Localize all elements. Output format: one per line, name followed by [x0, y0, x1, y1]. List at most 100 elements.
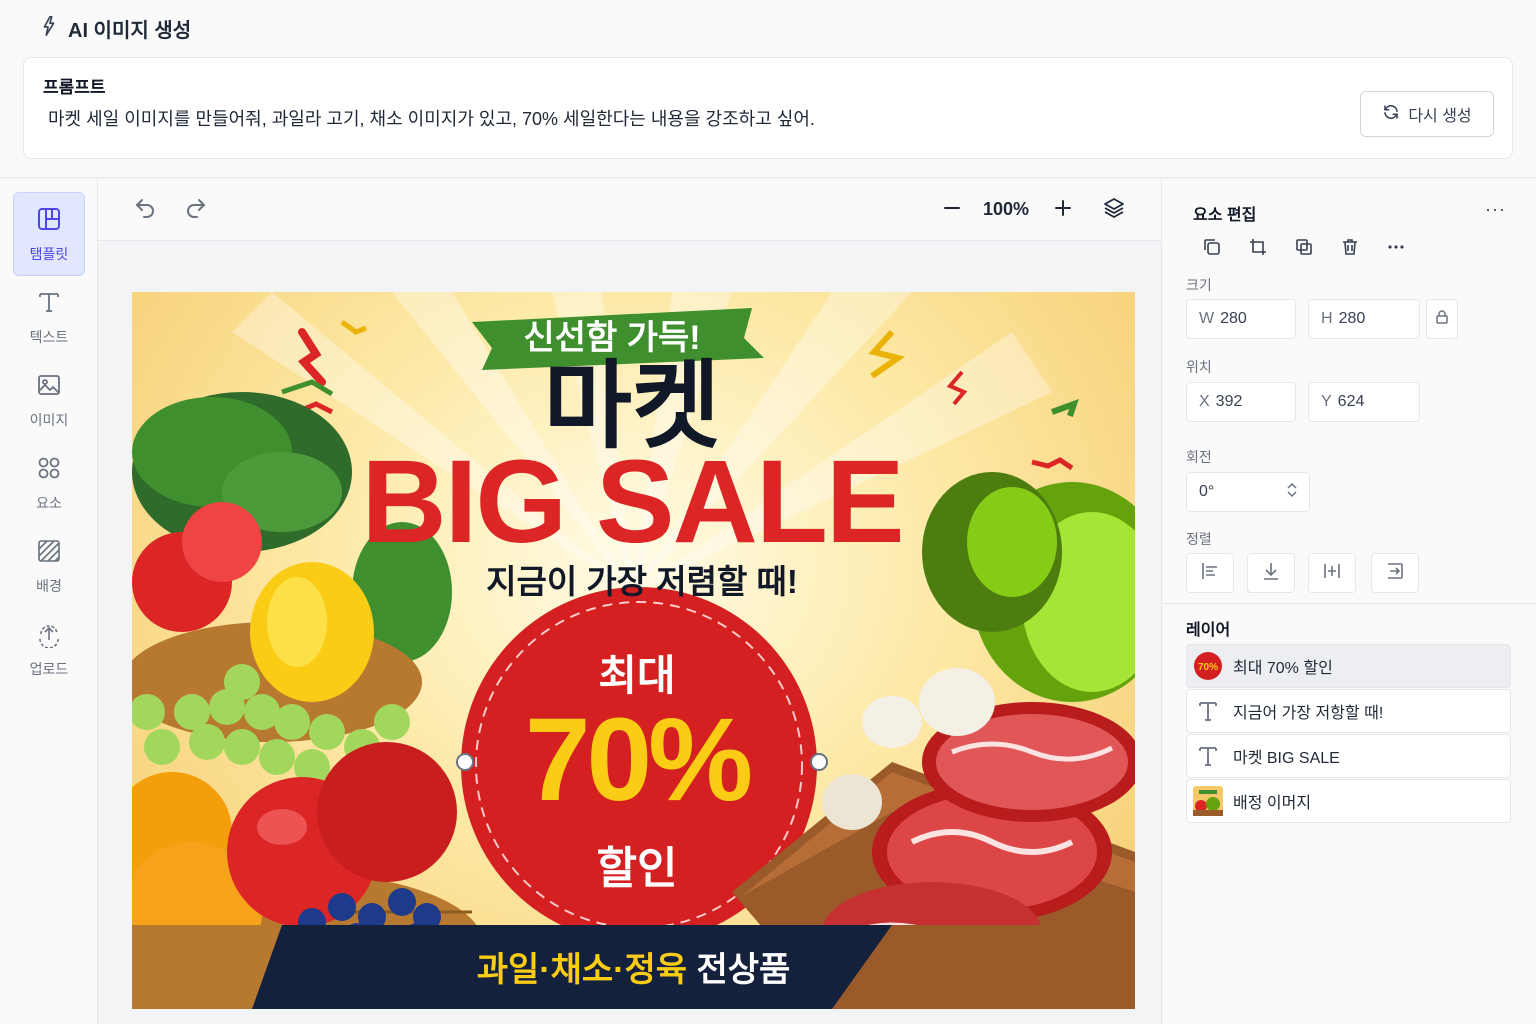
size-label: 크기 [1186, 277, 1212, 293]
more-options-icon[interactable] [1384, 235, 1408, 259]
rotation-field[interactable]: 0° [1186, 472, 1276, 512]
sidebar-item-upload[interactable]: 업로드 [13, 607, 85, 691]
x-prefix: X [1199, 393, 1210, 410]
canvas-footer-white: 전상품 [696, 951, 791, 989]
align-left-icon [1199, 560, 1221, 587]
text-layer-icon [1193, 696, 1223, 726]
y-field[interactable]: Y 624 [1308, 382, 1420, 422]
width-value: 280 [1220, 310, 1247, 327]
canvas-circle-percent[interactable]: 70% [462, 690, 812, 830]
app-title: AI 이미지 생성 [38, 14, 191, 43]
y-prefix: Y [1321, 393, 1332, 410]
sidebar-item-elements[interactable]: 요소 [13, 441, 85, 525]
zoom-out-button[interactable] [937, 195, 967, 225]
sidebar-item-text[interactable]: 텍스트 [13, 275, 85, 359]
sidebar-item-background[interactable]: 배경 [13, 524, 85, 608]
text-layer-icon [1193, 741, 1223, 771]
sidebar-item-label: 업로드 [29, 660, 69, 677]
app-title-text: AI 이미지 생성 [68, 20, 192, 42]
canvas-footer-yellow: 과일·채소·정육 [476, 951, 688, 989]
height-value: 280 [1338, 310, 1366, 327]
layers-icon [1102, 196, 1126, 225]
align-top-button[interactable] [1186, 553, 1234, 593]
text-icon [35, 288, 63, 319]
sidebar-item-label: 탬플릿 [29, 245, 69, 262]
duplicate-icon[interactable] [1292, 235, 1316, 259]
redo-button[interactable] [181, 195, 211, 225]
panel-more-button[interactable]: ··· [1485, 199, 1506, 220]
rotation-label: 회전 [1186, 449, 1212, 465]
copy-icon[interactable] [1200, 235, 1224, 259]
layer-item[interactable]: 70% 최대 70% 할인 [1186, 644, 1511, 688]
sidebar-item-label: 이미지 [29, 411, 69, 428]
aspect-lock-button[interactable] [1426, 299, 1458, 339]
canvas-subtitle[interactable]: 지금이 가장 저렴할 때! [402, 560, 882, 604]
canvas-circle-bottom[interactable]: 할인 [492, 832, 782, 896]
rotation-stepper[interactable] [1274, 472, 1310, 512]
width-prefix: W [1199, 310, 1215, 327]
regenerate-button[interactable]: 다시 생성 [1360, 91, 1494, 137]
background-icon [35, 537, 63, 568]
crop-icon[interactable] [1246, 235, 1270, 259]
trash-icon[interactable] [1338, 235, 1362, 259]
minus-icon [940, 196, 964, 225]
undo-button[interactable] [130, 195, 160, 225]
prompt-card: 프롬프트 마켓 세일 이미지를 만들어줘, 과일라 고기, 채소 이미지가 있고… [23, 57, 1513, 159]
upload-icon [35, 620, 63, 651]
canvas-footer-text[interactable]: 과일·채소·정육 전상품 [132, 947, 1135, 993]
layer-label: 지금어 가장 저항할 때! [1233, 705, 1384, 722]
sparkle-icon [38, 15, 60, 43]
refresh-icon [1382, 103, 1400, 126]
prompt-input[interactable]: 마켓 세일 이미지를 만들어줘, 과일라 고기, 채소 이미지가 있고, 70%… [48, 105, 815, 131]
artboard[interactable]: 신선함 가득! 마켓 BIG SALE 지금이 가장 저렴할 때! 최대 70%… [132, 292, 1135, 1009]
align-center-icon [1321, 560, 1343, 587]
sidebar-item-label: 요소 [36, 494, 62, 511]
lock-icon [1434, 309, 1450, 330]
layers-button[interactable] [1099, 195, 1129, 225]
align-center-button[interactable] [1308, 553, 1356, 593]
plus-icon [1051, 196, 1075, 225]
canvas-title-sale[interactable]: BIG SALE [322, 432, 942, 572]
canvas-area: 100% 신선함 가득! 마켓 BIG SALE 지금이 가장 저렴할 때! 최… [98, 179, 1161, 1024]
panel-title: 요소 편집 [1193, 207, 1257, 224]
x-field[interactable]: X 392 [1186, 382, 1296, 422]
distribute-button[interactable] [1371, 553, 1419, 593]
properties-panel: 요소 편집 ··· 크기 W 280 H 280 위치 X 392 Y 624 [1161, 179, 1536, 1024]
template-icon [35, 205, 63, 236]
tool-sidebar: 탬플릿 텍스트 이미지 요소 배경 업로드 [0, 179, 98, 1024]
redo-icon [184, 196, 208, 225]
layer-item[interactable]: 배정 이머지 [1186, 779, 1511, 823]
canvas-toolbar: 100% [98, 179, 1161, 241]
x-value: 392 [1215, 393, 1243, 410]
sidebar-item-template[interactable]: 탬플릿 [13, 192, 85, 276]
sidebar-item-image[interactable]: 이미지 [13, 358, 85, 442]
chevron-updown-icon [1285, 481, 1299, 504]
regenerate-label: 다시 생성 [1408, 108, 1472, 125]
layer-thumb-label: 70% [1198, 662, 1218, 673]
height-prefix: H [1321, 310, 1333, 327]
selection-handle-right[interactable] [810, 753, 828, 771]
layer-item[interactable]: 지금어 가장 저항할 때! [1186, 689, 1511, 733]
prompt-label: 프롬프트 [43, 78, 106, 97]
zoom-in-button[interactable] [1048, 195, 1078, 225]
layer-label: 마켓 BIG SALE [1233, 750, 1340, 767]
position-label: 위치 [1186, 359, 1212, 375]
height-field[interactable]: H 280 [1308, 299, 1420, 339]
badge-thumbnail-icon: 70% [1193, 651, 1223, 681]
rotation-value: 0° [1199, 483, 1215, 500]
layer-label: 배정 이머지 [1233, 795, 1312, 812]
elements-icon [35, 454, 63, 485]
width-field[interactable]: W 280 [1186, 299, 1296, 339]
app-header: AI 이미지 생성 프롬프트 마켓 세일 이미지를 만들어줘, 과일라 고기, … [0, 0, 1536, 178]
layer-item[interactable]: 마켓 BIG SALE [1186, 734, 1511, 778]
panel-divider [1162, 603, 1536, 604]
y-value: 624 [1337, 393, 1365, 410]
image-icon [35, 371, 63, 402]
distribute-icon [1384, 560, 1406, 587]
align-bottom-icon [1260, 560, 1282, 587]
image-thumbnail-icon [1193, 786, 1223, 816]
sidebar-item-label: 배경 [36, 577, 62, 594]
align-bottom-button[interactable] [1247, 553, 1295, 593]
zoom-level[interactable]: 100% [978, 199, 1034, 220]
layers-title: 레이어 [1186, 622, 1231, 639]
